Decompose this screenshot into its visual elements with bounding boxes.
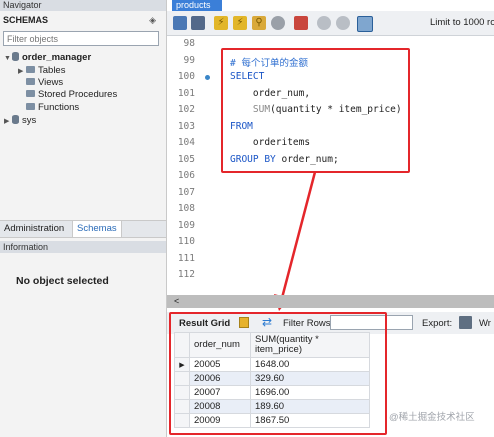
navigator-title: Navigator [0, 0, 166, 11]
database-icon [12, 115, 19, 124]
tree-schema-sys[interactable]: ▶ sys [4, 115, 36, 127]
line-number: 108 [177, 203, 195, 214]
autocommit-icon[interactable] [357, 16, 373, 32]
line-number: 109 [177, 219, 195, 231]
scroll-left-icon[interactable]: < [174, 295, 179, 308]
tree-label: Stored Procedures [38, 89, 118, 100]
schemas-options-icon[interactable]: ◈ [149, 12, 156, 28]
wrap-cell-label[interactable]: Wr [479, 318, 491, 329]
watermark: @稀土掘金技术社区 [389, 412, 475, 423]
tab-administration[interactable]: Administration [0, 221, 68, 237]
editor-toolbar: ⚡ ⚡ ⚲ Limit to 1000 rows [167, 11, 494, 36]
line-number: 98 [183, 38, 195, 49]
line-number: 99 [183, 54, 195, 66]
tree-item-views[interactable]: Views [26, 77, 63, 89]
tree-label: Tables [38, 65, 66, 76]
expand-arrow-icon[interactable]: ▼ [4, 53, 12, 65]
export-icon[interactable] [459, 316, 472, 329]
tree-item-tables[interactable]: ▶ Tables [18, 65, 65, 77]
limit-rows-select[interactable]: Limit to 1000 rows [430, 17, 494, 28]
schemas-header: SCHEMAS ◈ [0, 12, 166, 28]
tree-label: Views [38, 77, 64, 88]
information-title: Information [0, 241, 166, 253]
toggle-errors-icon[interactable] [294, 16, 308, 30]
schemas-title: SCHEMAS [3, 15, 49, 25]
horizontal-scrollbar[interactable]: < [167, 295, 494, 308]
line-number: 101 [177, 87, 195, 99]
annotation-arrow [274, 171, 317, 311]
navigator-tabs: Administration Schemas [0, 220, 166, 238]
collapse-arrow-icon[interactable]: ▶ [4, 116, 12, 128]
line-number: 111 [177, 252, 195, 264]
folder-icon [26, 66, 35, 73]
no-object-label: No object selected [16, 275, 109, 287]
tab-products[interactable]: products [172, 0, 222, 11]
folder-icon [26, 78, 35, 85]
database-icon [12, 52, 19, 61]
open-file-icon[interactable] [173, 16, 187, 30]
tree-item-functions[interactable]: Functions [26, 102, 79, 114]
execute-icon[interactable]: ⚡ [214, 16, 228, 30]
line-number: 102 [177, 104, 195, 115]
tree-label: order_manager [22, 52, 92, 63]
tree-label: Functions [38, 102, 80, 113]
line-number: 105 [177, 153, 195, 165]
tree-item-stored-procedures[interactable]: Stored Procedures [26, 89, 117, 101]
tree-schema-order-manager[interactable]: ▼ order_manager [4, 52, 91, 64]
statement-marker-icon [205, 75, 210, 80]
line-number: 103 [177, 120, 195, 132]
line-number: 104 [177, 137, 195, 148]
tab-schemas[interactable]: Schemas [72, 221, 122, 237]
line-number: 110 [177, 236, 195, 247]
code-highlight-box [221, 48, 410, 173]
stop-icon[interactable] [271, 16, 285, 30]
line-number: 112 [177, 269, 195, 280]
folder-icon [26, 90, 35, 97]
commit-icon[interactable] [317, 16, 331, 30]
line-number: 107 [177, 186, 195, 198]
export-label: Export: [422, 318, 453, 329]
navigator-panel: Navigator SCHEMAS ◈ ▼ order_manager ▶ Tabl… [0, 0, 167, 437]
execute-statement-icon[interactable]: ⚡ [233, 16, 247, 30]
folder-icon [26, 103, 35, 110]
save-icon[interactable] [191, 16, 205, 30]
result-highlight-box [169, 312, 387, 435]
tree-label: sys [22, 115, 37, 126]
collapse-arrow-icon[interactable]: ▶ [18, 66, 26, 78]
rollback-icon[interactable] [336, 16, 350, 30]
explain-icon[interactable]: ⚲ [252, 16, 266, 30]
line-number: 100 [177, 71, 195, 82]
filter-objects-input[interactable] [3, 31, 159, 46]
line-number: 106 [177, 170, 195, 181]
